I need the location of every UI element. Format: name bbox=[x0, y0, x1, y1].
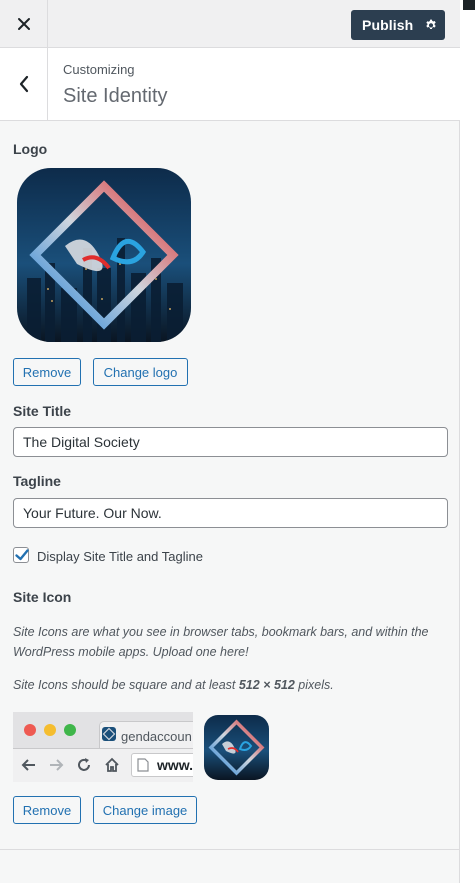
browser-tab-title: gendaccoun bbox=[121, 729, 192, 744]
browser-url-text: www. bbox=[157, 757, 193, 773]
logo-image bbox=[17, 168, 191, 342]
reload-icon bbox=[78, 758, 90, 771]
home-icon bbox=[105, 757, 119, 772]
page-title: Site Identity bbox=[63, 85, 168, 107]
close-dot bbox=[24, 724, 36, 736]
section-header: Customizing Site Identity bbox=[0, 48, 460, 121]
publish-label: Publish bbox=[362, 17, 414, 33]
site-icon-preview[interactable] bbox=[204, 715, 269, 780]
size-note-prefix: Site Icons should be square and at least bbox=[13, 678, 239, 692]
favicon-preview bbox=[102, 727, 116, 741]
close-icon bbox=[17, 18, 30, 30]
section-divider bbox=[0, 849, 460, 850]
size-note-dimensions: 512 × 512 bbox=[238, 678, 295, 692]
display-title-tagline-label[interactable]: Display Site Title and Tagline bbox=[37, 549, 203, 564]
remove-site-icon-button[interactable]: Remove bbox=[13, 796, 81, 824]
checkmark-icon bbox=[15, 549, 29, 561]
page-icon bbox=[137, 758, 149, 772]
site-title-label: Site Title bbox=[13, 403, 72, 419]
change-logo-button[interactable]: Change logo bbox=[93, 358, 188, 386]
browser-preview: gendaccoun www. bbox=[13, 712, 193, 782]
site-icon-image bbox=[204, 715, 269, 780]
change-site-icon-button[interactable]: Change image bbox=[93, 796, 197, 824]
breadcrumb: Customizing bbox=[63, 62, 135, 77]
gear-icon[interactable] bbox=[424, 18, 438, 32]
preview-edge bbox=[460, 0, 475, 883]
site-icon-label: Site Icon bbox=[13, 589, 72, 605]
logo-label: Logo bbox=[13, 141, 48, 157]
site-icon-description: Site Icons are what you see in browser t… bbox=[13, 625, 429, 659]
site-logo-preview[interactable] bbox=[17, 168, 191, 342]
remove-logo-button[interactable]: Remove bbox=[13, 358, 81, 386]
minimize-dot bbox=[44, 724, 56, 736]
tagline-input[interactable]: Your Future. Our Now. bbox=[13, 498, 448, 528]
back-arrow-icon bbox=[21, 759, 35, 771]
preview-edge-fragment bbox=[463, 0, 475, 10]
customizer-panel: Publish Customizing Site Identity Logo R… bbox=[0, 0, 460, 883]
chevron-left-icon bbox=[19, 75, 28, 93]
publish-button[interactable]: Publish bbox=[351, 10, 445, 40]
maximize-dot bbox=[64, 724, 76, 736]
size-note-suffix: pixels. bbox=[294, 678, 334, 692]
site-icon-size-note: Site Icons should be square and at least… bbox=[13, 675, 443, 695]
back-button[interactable] bbox=[0, 48, 48, 120]
forward-arrow-icon bbox=[50, 759, 64, 771]
site-title-input[interactable]: The Digital Society bbox=[13, 427, 448, 457]
customizer-topbar: Publish bbox=[0, 0, 460, 48]
display-title-tagline-checkbox[interactable] bbox=[13, 547, 29, 563]
close-button[interactable] bbox=[0, 0, 48, 48]
tagline-label: Tagline bbox=[13, 473, 61, 489]
